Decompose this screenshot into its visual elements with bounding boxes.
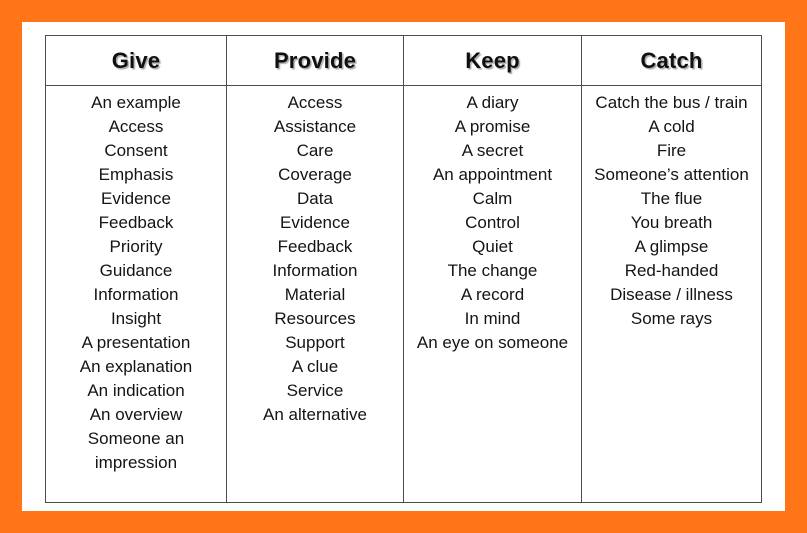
column-header-keep: Keep bbox=[403, 35, 582, 86]
list-item: Consent bbox=[104, 141, 168, 160]
table-row: Give Provide Keep Catch bbox=[45, 35, 762, 86]
list-item: Control bbox=[465, 213, 520, 232]
list-item: An explanation bbox=[79, 357, 193, 376]
list-item: A clue bbox=[291, 357, 339, 376]
column-cell-keep: A diary A promise A secret An appointment Ca… bbox=[403, 85, 582, 503]
list-item: Someone’s attention bbox=[594, 165, 749, 184]
list-item: Evidence bbox=[101, 189, 171, 208]
list-item: Guidance bbox=[99, 261, 173, 280]
list-item: Disease / illness bbox=[610, 285, 733, 304]
list-item: Coverage bbox=[278, 165, 352, 184]
list-item: Calm bbox=[472, 189, 513, 208]
list-item: You breath bbox=[630, 213, 713, 232]
list-item: Emphasis bbox=[98, 165, 174, 184]
column-cell-provide: Access Assistance Care Coverage Data Evidence… bbox=[226, 85, 404, 503]
list-item: Priority bbox=[109, 237, 163, 256]
word-list-catch: Catch the bus / train A cold Fire Someone’s… bbox=[583, 91, 760, 331]
list-item: An alternative bbox=[263, 405, 367, 424]
list-item: An example bbox=[91, 93, 181, 112]
list-item: A record bbox=[460, 285, 525, 304]
list-item: Some rays bbox=[630, 309, 713, 328]
list-item: Catch the bus / train bbox=[595, 93, 748, 112]
list-item: Assistance bbox=[273, 117, 357, 136]
list-item: A diary bbox=[466, 93, 519, 112]
collocations-table: Give Provide Keep Catch An example Access… bbox=[45, 35, 762, 503]
column-cell-catch: Catch the bus / train A cold Fire Someone’s… bbox=[581, 85, 762, 503]
list-item: An overview bbox=[89, 405, 183, 424]
list-item: Resources bbox=[274, 309, 356, 328]
list-item: The change bbox=[447, 261, 538, 280]
list-item: Support bbox=[285, 333, 345, 352]
list-item: Feedback bbox=[98, 213, 174, 232]
list-item: Access bbox=[108, 117, 164, 136]
column-header-give: Give bbox=[45, 35, 227, 86]
list-item: An appointment bbox=[432, 165, 553, 184]
list-item: The flue bbox=[640, 189, 703, 208]
list-item: Access bbox=[287, 93, 343, 112]
list-item: A cold bbox=[648, 117, 695, 136]
list-item: Someone an impression bbox=[87, 429, 185, 472]
list-item: Quiet bbox=[472, 237, 513, 256]
list-item: Fire bbox=[656, 141, 687, 160]
list-item: Service bbox=[286, 381, 344, 400]
column-cell-give: An example Access Consent Emphasis Evidence F… bbox=[45, 85, 227, 503]
list-item: Red-handed bbox=[624, 261, 719, 280]
word-list-give: An example Access Consent Emphasis Evidence F… bbox=[47, 91, 225, 475]
list-item: A promise bbox=[454, 117, 531, 136]
list-item: Data bbox=[297, 189, 333, 208]
orange-border-frame: Give Provide Keep Catch An example Access… bbox=[0, 0, 807, 533]
list-item: Material bbox=[284, 285, 346, 304]
list-item: An eye on someone bbox=[416, 333, 569, 352]
list-item: A secret bbox=[461, 141, 524, 160]
column-header-catch: Catch bbox=[581, 35, 762, 86]
list-item: A glimpse bbox=[634, 237, 709, 256]
list-item: A presentation bbox=[81, 333, 191, 352]
list-item: Insight bbox=[110, 309, 162, 328]
list-item: Information bbox=[93, 285, 179, 304]
list-item: Care bbox=[296, 141, 334, 160]
table-body: An example Access Consent Emphasis Evidence F… bbox=[45, 85, 762, 503]
list-item: In mind bbox=[464, 309, 521, 328]
column-header-provide: Provide bbox=[226, 35, 404, 86]
list-item: An indication bbox=[87, 381, 185, 400]
word-list-keep: A diary A promise A secret An appointment Ca… bbox=[405, 91, 580, 355]
word-list-provide: Access Assistance Care Coverage Data Evidence… bbox=[228, 91, 402, 427]
white-page-area: Give Provide Keep Catch An example Access… bbox=[22, 22, 785, 511]
table-header-row: Give Provide Keep Catch bbox=[45, 35, 762, 86]
list-item: Evidence bbox=[280, 213, 350, 232]
list-item: Information bbox=[272, 261, 358, 280]
table-container: Give Provide Keep Catch An example Access… bbox=[45, 35, 762, 503]
table-row: An example Access Consent Emphasis Evidence F… bbox=[45, 85, 762, 503]
list-item: Feedback bbox=[277, 237, 353, 256]
